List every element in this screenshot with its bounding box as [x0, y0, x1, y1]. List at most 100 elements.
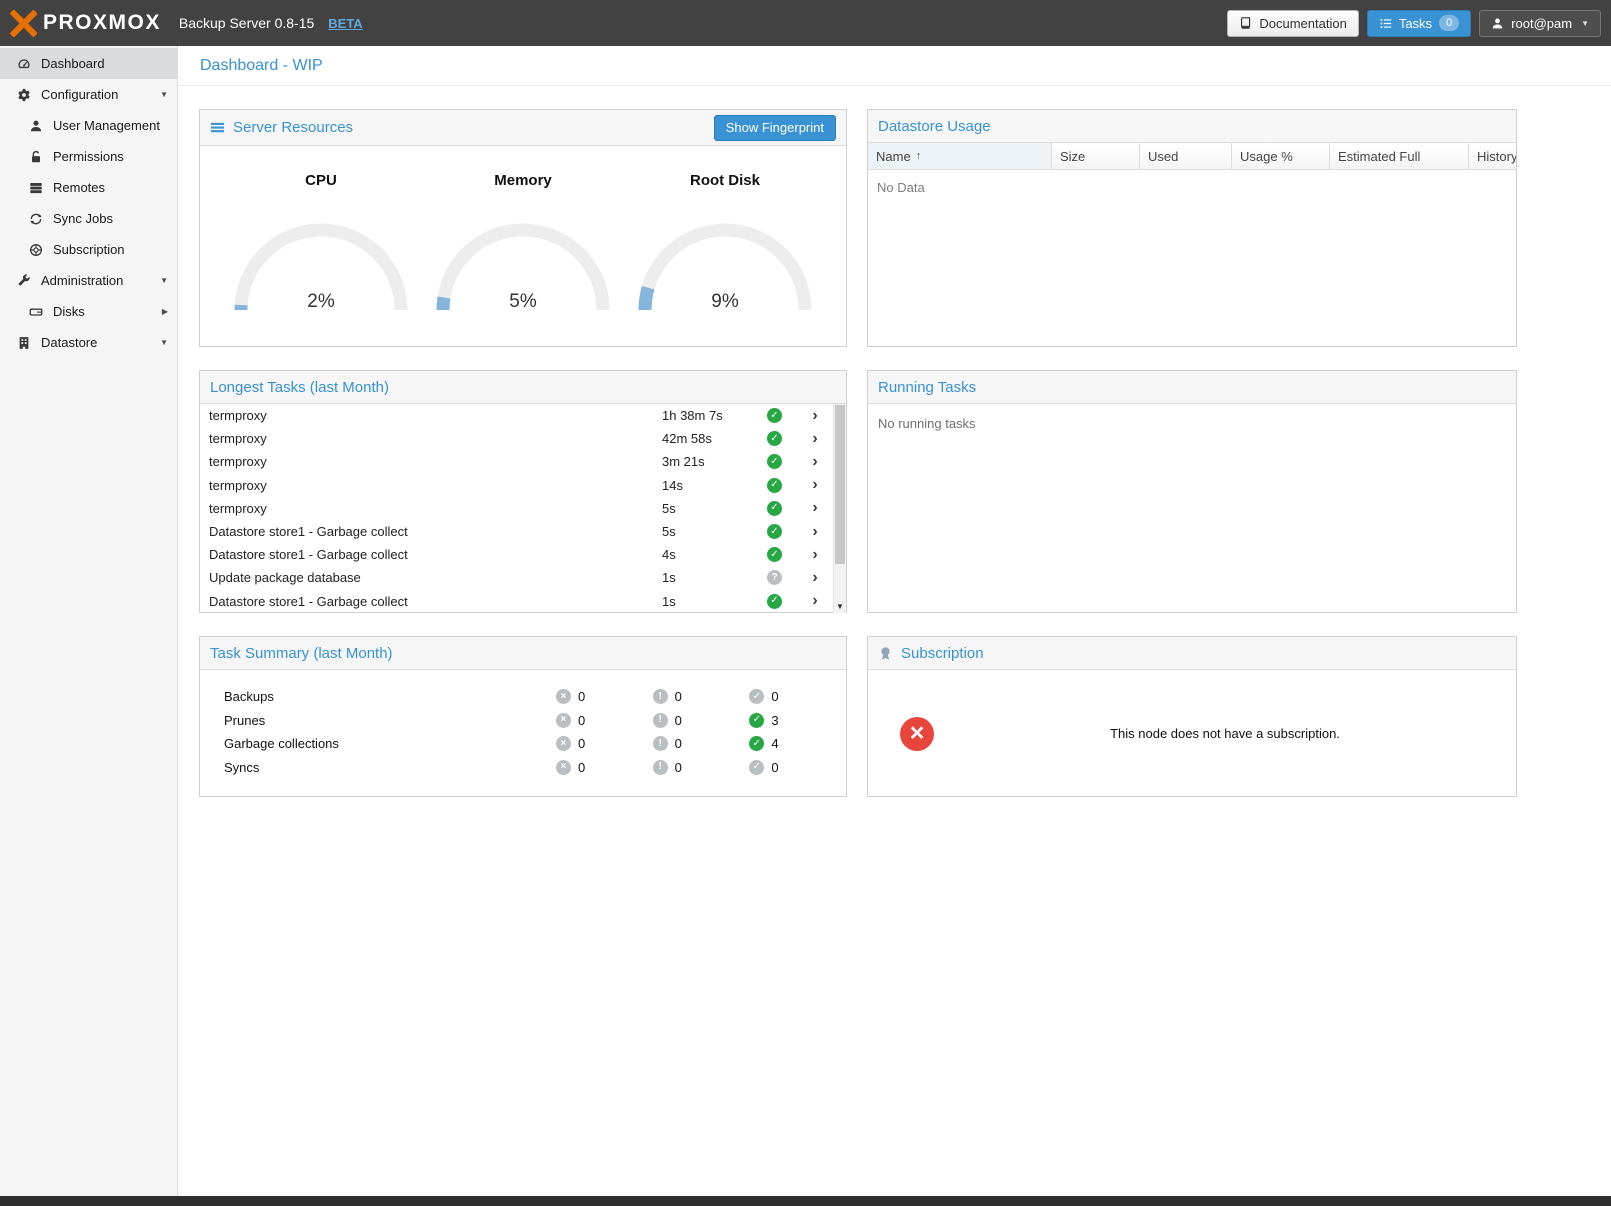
scrollbar-down-arrow[interactable]: ▼ — [834, 602, 846, 611]
user-icon — [1491, 17, 1504, 30]
ok-icon: ✓ — [749, 736, 764, 751]
root-disk-gauge-value: 9% — [630, 291, 820, 313]
column-header-size[interactable]: Size — [1052, 143, 1140, 169]
scrollbar-thumb[interactable] — [835, 405, 845, 564]
datastore-usage-panel: Datastore Usage Name ↑ Size Used Usage %… — [867, 109, 1517, 347]
status-ok-icon: ✓ — [767, 454, 782, 469]
chevron-right-icon[interactable]: › — [797, 593, 833, 609]
server-resources-header: Server Resources Show Fingerprint — [200, 110, 846, 146]
sidebar-item-label: User Management — [53, 118, 160, 133]
panel-title: Datastore Usage — [878, 118, 991, 135]
task-row[interactable]: termproxy 14s ✓ › — [200, 474, 833, 497]
scrollbar[interactable]: ▼ — [833, 404, 846, 613]
beta-link[interactable]: BETA — [328, 16, 362, 31]
sidebar-item-label: Datastore — [41, 335, 97, 350]
column-header-history[interactable]: History (last Month) — [1469, 143, 1516, 169]
show-fingerprint-button[interactable]: Show Fingerprint — [714, 115, 836, 141]
no-running-tasks-text: No running tasks — [868, 404, 1516, 443]
task-row[interactable]: termproxy 3m 21s ✓ › — [200, 450, 833, 473]
chevron-right-icon[interactable]: › — [797, 454, 833, 470]
longest-tasks-panel: Longest Tasks (last Month) termproxy 1h … — [199, 370, 847, 613]
task-row[interactable]: termproxy 42m 58s ✓ › — [200, 427, 833, 450]
caret-down-icon[interactable]: ▼ — [160, 276, 168, 285]
panel-title: Subscription — [901, 645, 984, 662]
sidebar-item-subscription[interactable]: Subscription — [0, 234, 177, 265]
longest-tasks-header: Longest Tasks (last Month) — [200, 371, 846, 404]
column-header-estimated-full[interactable]: Estimated Full — [1330, 143, 1469, 169]
subscription-header: Subscription — [868, 637, 1516, 670]
subscription-message: This node does not have a subscription. — [934, 726, 1516, 741]
error-icon: × — [556, 713, 571, 728]
sidebar-item-disks[interactable]: Disks ▶ — [0, 296, 177, 327]
sort-asc-icon: ↑ — [916, 150, 922, 162]
proxmox-logo[interactable]: PROXMOX — [10, 10, 161, 37]
column-header-usage[interactable]: Usage % — [1232, 143, 1330, 169]
summary-row: Garbage collections ×0 !0 ✓4 — [224, 732, 846, 756]
ok-icon: ✓ — [749, 760, 764, 775]
sidebar-item-remotes[interactable]: Remotes — [0, 172, 177, 203]
sidebar-item-permissions[interactable]: Permissions — [0, 141, 177, 172]
error-icon: × — [556, 689, 571, 704]
task-row[interactable]: Datastore store1 - Garbage collect 1s ✓ … — [200, 590, 833, 613]
chevron-right-icon[interactable]: › — [797, 500, 833, 516]
caret-down-icon[interactable]: ▼ — [160, 338, 168, 347]
running-tasks-panel: Running Tasks No running tasks — [867, 370, 1517, 613]
sidebar-item-dashboard[interactable]: Dashboard — [0, 48, 177, 79]
chevron-right-icon[interactable]: › — [797, 431, 833, 447]
sidebar-item-administration[interactable]: Administration ▼ — [0, 265, 177, 296]
caret-right-icon[interactable]: ▶ — [162, 307, 168, 316]
sidebar-item-user-management[interactable]: User Management — [0, 110, 177, 141]
certificate-icon — [878, 646, 893, 661]
task-summary-panel: Task Summary (last Month) Backups ×0 !0 … — [199, 636, 847, 797]
task-row[interactable]: Update package database 1s ? › — [200, 566, 833, 589]
warning-icon: ! — [653, 689, 668, 704]
cpu-gauge-value: 2% — [226, 291, 416, 313]
warning-icon: ! — [653, 736, 668, 751]
sidebar-item-sync-jobs[interactable]: Sync Jobs — [0, 203, 177, 234]
chevron-right-icon[interactable]: › — [797, 408, 833, 424]
sidebar-item-label: Sync Jobs — [53, 211, 113, 226]
hdd-icon — [28, 305, 44, 319]
user-menu-button[interactable]: root@pam ▼ — [1479, 10, 1601, 37]
panel-title: Running Tasks — [878, 379, 976, 396]
task-row[interactable]: termproxy 5s ✓ › — [200, 497, 833, 520]
memory-gauge-value: 5% — [428, 291, 618, 313]
bars-icon — [210, 120, 225, 135]
tasks-count-badge: 0 — [1439, 15, 1459, 31]
panel-title: Task Summary (last Month) — [210, 645, 393, 662]
chevron-right-icon[interactable]: › — [797, 570, 833, 586]
gauges: CPU 2% Memory — [200, 146, 846, 313]
task-row[interactable]: Datastore store1 - Garbage collect 4s ✓ … — [200, 543, 833, 566]
caret-down-icon[interactable]: ▼ — [160, 90, 168, 99]
gear-icon — [16, 88, 32, 102]
memory-gauge: Memory 5% — [428, 172, 618, 313]
documentation-button[interactable]: Documentation — [1227, 10, 1358, 37]
status-ok-icon: ✓ — [767, 524, 782, 539]
chevron-right-icon[interactable]: › — [797, 477, 833, 493]
chevron-right-icon[interactable]: › — [797, 524, 833, 540]
column-header-used[interactable]: Used — [1140, 143, 1232, 169]
sidebar-item-label: Remotes — [53, 180, 105, 195]
task-summary-header: Task Summary (last Month) — [200, 637, 846, 670]
sidebar-item-label: Dashboard — [41, 56, 105, 71]
tasks-button[interactable]: Tasks 0 — [1367, 10, 1471, 37]
running-tasks-header: Running Tasks — [868, 371, 1516, 404]
sidebar-item-datastore[interactable]: Datastore ▼ — [0, 327, 177, 358]
user-icon — [28, 119, 44, 133]
summary-row: Backups ×0 !0 ✓0 — [224, 685, 846, 709]
life-ring-icon — [28, 243, 44, 257]
no-subscription-icon: × — [900, 717, 934, 751]
summary-row: Syncs ×0 !0 ✓0 — [224, 756, 846, 780]
column-header-name[interactable]: Name ↑ — [868, 143, 1052, 169]
building-icon — [16, 336, 32, 350]
server-resources-panel: Server Resources Show Fingerprint CPU — [199, 109, 847, 347]
cpu-gauge: CPU 2% — [226, 172, 416, 313]
sidebar-item-configuration[interactable]: Configuration ▼ — [0, 79, 177, 110]
tachometer-icon — [16, 57, 32, 71]
task-row[interactable]: Datastore store1 - Garbage collect 5s ✓ … — [200, 520, 833, 543]
warning-icon: ! — [653, 713, 668, 728]
chevron-right-icon[interactable]: › — [797, 547, 833, 563]
status-ok-icon: ✓ — [767, 547, 782, 562]
proxmox-x-icon — [10, 10, 37, 37]
task-row[interactable]: termproxy 1h 38m 7s ✓ › — [200, 404, 833, 427]
